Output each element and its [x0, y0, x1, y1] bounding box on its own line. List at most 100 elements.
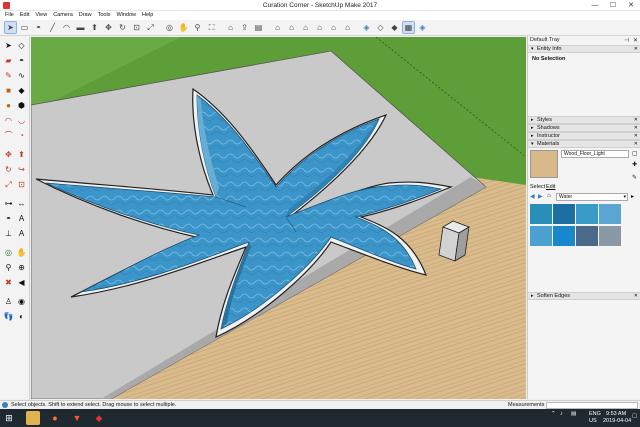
display-secondary-icon[interactable]: ▢	[632, 150, 638, 157]
look-around-icon[interactable]: ◉	[16, 296, 27, 307]
previous-view-icon[interactable]: ◀	[16, 277, 27, 288]
minimize-icon[interactable]: —	[586, 0, 604, 11]
menu-camera[interactable]: Camera	[50, 11, 76, 20]
tray-close-icon[interactable]: ✕	[633, 37, 638, 44]
water-swatch[interactable]	[530, 226, 552, 246]
tab-edit[interactable]: Edit	[546, 184, 555, 190]
zoom-icon[interactable]: ⚲	[191, 21, 204, 34]
home-icon[interactable]: ⌂	[547, 193, 551, 199]
panel-close-icon[interactable]: ✕	[634, 293, 638, 299]
rectangle-tool-icon[interactable]: ■	[3, 85, 14, 96]
model-viewport[interactable]	[31, 37, 526, 399]
file-explorer-icon[interactable]	[26, 411, 40, 425]
panel-instructor[interactable]: Instructor ✕	[528, 132, 640, 140]
polygon-tool-icon[interactable]: ⬢	[16, 100, 27, 111]
zoom-extents-tool-icon[interactable]: ✖	[3, 277, 14, 288]
panel-close-icon[interactable]: ✕	[634, 117, 638, 123]
menu-file[interactable]: File	[2, 11, 17, 20]
three-point-arc-icon[interactable]: ⌒	[3, 130, 14, 141]
water-swatch[interactable]	[553, 226, 575, 246]
notifications-icon[interactable]: ▢	[632, 413, 637, 419]
right-view-icon[interactable]: ⌂	[313, 21, 326, 34]
rectangle-icon[interactable]: ▬	[74, 21, 87, 34]
menu-help[interactable]: Help	[139, 11, 156, 20]
arc-icon[interactable]: ◠	[60, 21, 73, 34]
tab-select[interactable]: Select	[530, 184, 545, 190]
iso-view-icon[interactable]: ⌂	[271, 21, 284, 34]
move-tool-icon[interactable]: ✥	[3, 149, 14, 160]
push-pull-icon[interactable]: ⬆	[88, 21, 101, 34]
panel-close-icon[interactable]: ✕	[634, 133, 638, 139]
sketchup-taskbar-icon[interactable]: ◆	[92, 411, 106, 425]
material-name-field[interactable]: Wood_Floor_Light	[561, 150, 629, 158]
rotate-tool-icon[interactable]: ↻	[3, 164, 14, 175]
water-swatch[interactable]	[553, 204, 575, 224]
dimension-icon[interactable]: ↔	[16, 198, 27, 209]
two-point-arc-icon[interactable]: ◡	[16, 115, 27, 126]
back-view-icon[interactable]: ⌂	[327, 21, 340, 34]
paint-tool-icon[interactable]: ◓	[16, 55, 27, 66]
water-swatch[interactable]	[530, 204, 552, 224]
freehand-tool-icon[interactable]: ∿	[16, 70, 27, 81]
extension-warehouse-icon[interactable]: ▤	[252, 21, 265, 34]
back-icon[interactable]: ◀	[530, 193, 535, 200]
forward-icon[interactable]: ▶	[538, 193, 543, 200]
windows-start-icon[interactable]: ⊞	[2, 411, 16, 425]
create-material-icon[interactable]: ✚	[632, 161, 637, 168]
details-icon[interactable]: ▸	[631, 193, 634, 200]
water-swatch[interactable]	[599, 226, 621, 246]
panel-close-icon[interactable]: ✕	[634, 141, 638, 147]
rotated-rect-icon[interactable]: ◆	[16, 85, 27, 96]
water-swatch[interactable]	[576, 226, 598, 246]
water-swatch[interactable]	[599, 204, 621, 224]
textured-icon[interactable]: ◈	[416, 21, 429, 34]
panel-entity-info[interactable]: Entity Info ✕	[528, 45, 640, 53]
eraser-tool-icon[interactable]: ▰	[3, 55, 14, 66]
line-icon[interactable]: ╱	[46, 21, 59, 34]
zoom-tool-icon[interactable]: ⚲	[3, 262, 14, 273]
front-view-icon[interactable]: ⌂	[299, 21, 312, 34]
tape-measure-icon[interactable]: ⊶	[3, 198, 14, 209]
zoom-extents-icon[interactable]: ⛶	[205, 21, 218, 34]
menu-window[interactable]: Window	[113, 11, 139, 20]
network-icon[interactable]: ▤	[571, 411, 576, 417]
measurements-input[interactable]	[546, 402, 638, 409]
line-tool-icon[interactable]: ✎	[3, 70, 14, 81]
brave-icon[interactable]: ▼	[70, 411, 84, 425]
scale-tool-icon[interactable]: ⤢	[3, 179, 14, 190]
protractor-icon[interactable]: ◓	[3, 213, 14, 224]
panel-shadows[interactable]: Shadows ✕	[528, 124, 640, 132]
eraser-icon[interactable]: ▭	[18, 21, 31, 34]
walk-icon[interactable]: 👣	[3, 311, 14, 322]
shaded-icon[interactable]: ▦	[402, 21, 415, 34]
pan-icon[interactable]: ✋	[177, 21, 190, 34]
arc-tool-icon[interactable]: ◠	[3, 115, 14, 126]
paint-bucket-icon[interactable]: ◓	[32, 21, 45, 34]
pie-tool-icon[interactable]: ◔	[16, 130, 27, 141]
orbit-icon[interactable]: ◎	[163, 21, 176, 34]
scale-icon[interactable]: ⤢	[144, 21, 157, 34]
panel-close-icon[interactable]: ✕	[634, 46, 638, 52]
wireframe-icon[interactable]: ◇	[374, 21, 387, 34]
firefox-icon[interactable]: ●	[48, 411, 62, 425]
select-icon[interactable]: ➤	[4, 21, 17, 34]
geo-location-icon[interactable]	[2, 402, 8, 408]
select-tool-icon[interactable]: ➤	[3, 40, 14, 51]
pin-icon[interactable]: ⊣	[624, 37, 629, 44]
3d-text-icon[interactable]: A	[16, 228, 27, 239]
panel-styles[interactable]: Styles ✕	[528, 116, 640, 124]
push-pull-tool-icon[interactable]: ⬆	[16, 149, 27, 160]
menu-tools[interactable]: Tools	[95, 11, 114, 20]
panel-materials[interactable]: Materials ✕	[528, 140, 640, 148]
maximize-icon[interactable]: ☐	[604, 0, 622, 11]
water-swatch[interactable]	[576, 204, 598, 224]
axes-tool-icon[interactable]: ⊥	[3, 228, 14, 239]
menu-edit[interactable]: Edit	[17, 11, 32, 20]
language-indicator[interactable]: ENG	[589, 411, 601, 417]
panel-close-icon[interactable]: ✕	[634, 125, 638, 131]
hidden-line-icon[interactable]: ◆	[388, 21, 401, 34]
text-tool-icon[interactable]: A	[16, 213, 27, 224]
rotate-icon[interactable]: ↻	[116, 21, 129, 34]
follow-me-icon[interactable]: ↪	[16, 164, 27, 175]
menu-draw[interactable]: Draw	[76, 11, 95, 20]
